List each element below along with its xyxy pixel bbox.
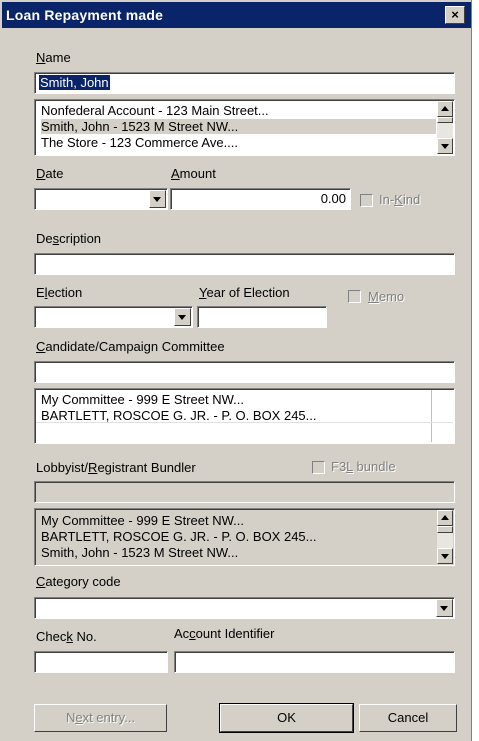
lobbyist-list[interactable]: My Committee - 999 E Street NW... BARTLE… — [34, 508, 455, 566]
scroll-up-button[interactable] — [437, 101, 453, 117]
scroll-up-button[interactable] — [437, 510, 453, 526]
lobbyist-input[interactable] — [34, 481, 455, 503]
chevron-down-icon — [440, 606, 448, 611]
election-dropdown-button[interactable] — [174, 308, 191, 326]
f3l-bundle-checkbox[interactable] — [312, 461, 325, 474]
list-item[interactable]: The Store - 123 Commerce Ave.... — [41, 135, 238, 150]
year-of-election-input[interactable] — [197, 306, 327, 328]
scroll-thumb[interactable] — [437, 117, 453, 123]
cancel-button[interactable]: Cancel — [359, 704, 457, 732]
category-dropdown-button[interactable] — [436, 599, 453, 617]
candidate-label: Candidate/Campaign Committee — [36, 339, 225, 354]
name-list[interactable]: Nonfederal Account - 123 Main Street... … — [34, 99, 455, 156]
list-item[interactable]: Nonfederal Account - 123 Main Street... — [41, 103, 269, 118]
memo-checkbox[interactable] — [348, 290, 361, 303]
f3l-bundle-label: F3L bundle — [331, 459, 396, 474]
amount-label: Amount — [171, 166, 216, 181]
ok-button[interactable]: OK — [219, 703, 354, 733]
list-row-divider — [36, 422, 453, 423]
name-label: Name — [36, 50, 71, 65]
chevron-down-icon — [153, 197, 161, 202]
title-bar[interactable]: Loan Repayment made × — [2, 2, 471, 28]
lobbyist-label: Lobbyist/Registrant Bundler — [36, 460, 196, 475]
election-label: Election — [36, 285, 83, 300]
date-field[interactable] — [34, 188, 168, 210]
election-field[interactable] — [34, 306, 193, 328]
lobbyist-list-scrollbar[interactable] — [437, 510, 453, 564]
loan-repayment-dialog: Loan Repayment made × Name Smith, John N… — [0, 0, 472, 741]
list-item[interactable]: BARTLETT, ROSCOE G. JR. - P. O. BOX 245.… — [41, 529, 317, 544]
list-item[interactable]: Smith, John - 1523 M Street NW... — [41, 119, 436, 134]
list-column-divider — [431, 390, 432, 442]
description-input[interactable] — [34, 253, 455, 275]
category-label: Category code — [36, 574, 121, 589]
year-of-election-label: Year of Election — [199, 285, 290, 300]
check-no-label: Check No. — [36, 629, 97, 644]
arrow-down-icon — [441, 144, 449, 149]
date-dropdown-button[interactable] — [149, 190, 166, 208]
name-input[interactable]: Smith, John — [34, 72, 455, 94]
list-item[interactable]: Smith, John - 1523 M Street NW... — [41, 545, 238, 560]
list-item[interactable]: My Committee - 999 E Street NW... — [41, 513, 244, 528]
description-label: Description — [36, 231, 102, 246]
inkind-label: In-Kind — [379, 192, 421, 207]
name-input-value: Smith, John — [39, 75, 110, 90]
inkind-checkbox[interactable] — [360, 194, 373, 207]
arrow-up-icon — [441, 106, 449, 111]
amount-field[interactable]: 0.00 — [170, 188, 351, 210]
scroll-down-button[interactable] — [437, 138, 453, 154]
account-identifier-input[interactable] — [174, 651, 455, 673]
arrow-up-icon — [441, 515, 449, 520]
date-label: Date — [36, 166, 64, 181]
name-list-scrollbar[interactable] — [437, 101, 453, 154]
check-no-input[interactable] — [34, 651, 168, 673]
arrow-down-icon — [441, 554, 449, 559]
scroll-thumb[interactable] — [437, 526, 453, 533]
close-icon: × — [451, 7, 459, 22]
candidate-input[interactable] — [34, 361, 455, 383]
list-item[interactable]: My Committee - 999 E Street NW... — [41, 392, 244, 407]
next-entry-button[interactable]: Next entry... — [34, 704, 167, 732]
close-button[interactable]: × — [445, 6, 465, 24]
scroll-down-button[interactable] — [437, 548, 453, 564]
category-field[interactable] — [34, 597, 455, 619]
window-title: Loan Repayment made — [6, 7, 164, 23]
memo-label: Memo — [368, 289, 405, 304]
candidate-list[interactable]: My Committee - 999 E Street NW... BARTLE… — [34, 388, 455, 444]
list-item[interactable]: BARTLETT, ROSCOE G. JR. - P. O. BOX 245.… — [41, 408, 317, 423]
account-identifier-label: Account Identifier — [174, 626, 275, 641]
chevron-down-icon — [178, 315, 186, 320]
